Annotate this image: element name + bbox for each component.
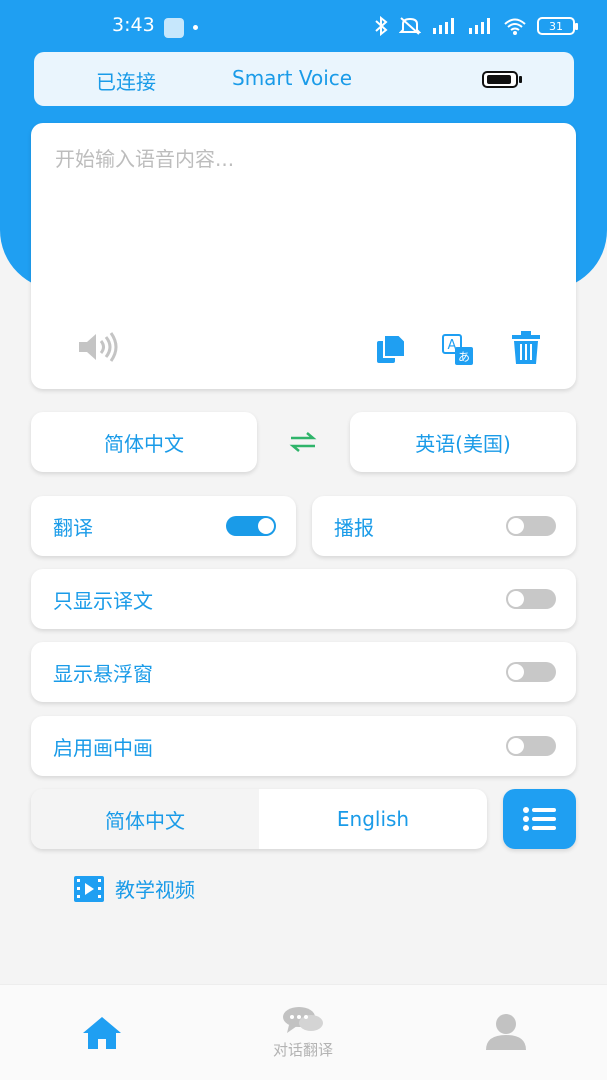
- user-icon: [486, 1014, 526, 1050]
- status-time: 3:43: [112, 14, 155, 36]
- nav-home[interactable]: [80, 985, 124, 1080]
- broadcast-toggle-row: 播报: [312, 496, 576, 556]
- source-language-label: 简体中文: [104, 431, 184, 456]
- bottom-navigation: 对话翻译: [0, 984, 607, 1080]
- signal-icon-2: [469, 18, 490, 34]
- bluetooth-icon: [375, 16, 388, 36]
- home-icon: [83, 1017, 121, 1049]
- list-icon: [522, 807, 556, 831]
- translate-label: 翻译: [53, 515, 93, 540]
- voice-text-input[interactable]: [55, 143, 555, 313]
- app-title: Smart Voice: [232, 66, 353, 90]
- copy-icon[interactable]: [375, 333, 407, 365]
- connection-status: 已连接: [96, 70, 156, 94]
- segment-english[interactable]: English: [259, 789, 487, 849]
- broadcast-switch[interactable]: [506, 516, 556, 536]
- floating-window-toggle-row: 显示悬浮窗: [31, 642, 576, 702]
- history-list-button[interactable]: [503, 789, 576, 849]
- target-language-label: 英语(美国): [415, 431, 511, 456]
- status-bar: 3:43 31: [0, 0, 607, 56]
- mute-icon: [399, 17, 421, 35]
- tutorial-video-link[interactable]: 教学视频: [73, 874, 195, 903]
- wifi-icon: [504, 18, 526, 35]
- floating-window-label: 显示悬浮窗: [53, 661, 153, 686]
- signal-icon: [433, 18, 454, 34]
- device-header-card: 已连接 Smart Voice: [34, 52, 574, 106]
- translate-switch[interactable]: [226, 516, 276, 536]
- nav-profile[interactable]: [484, 985, 528, 1080]
- source-language-button[interactable]: 简体中文: [31, 412, 257, 472]
- swap-languages-icon[interactable]: [289, 431, 317, 453]
- pip-label: 启用画中画: [53, 735, 153, 760]
- tutorial-label: 教学视频: [115, 878, 195, 902]
- only-translation-switch[interactable]: [506, 589, 556, 609]
- pip-toggle-row: 启用画中画: [31, 716, 576, 776]
- nav-dialogue-label: 对话翻译: [272, 1041, 333, 1059]
- status-icons: 31: [373, 16, 578, 36]
- target-language-button[interactable]: 英语(美国): [350, 412, 576, 472]
- translate-toggle-row: 翻译: [31, 496, 296, 556]
- nav-dialogue-translate[interactable]: 对话翻译: [253, 985, 353, 1080]
- translate-icon[interactable]: A あ: [441, 333, 475, 367]
- only-translation-label: 只显示译文: [53, 588, 153, 613]
- svg-text:あ: あ: [458, 350, 470, 364]
- broadcast-label: 播报: [334, 515, 374, 540]
- segment-chinese[interactable]: 简体中文: [31, 789, 259, 849]
- interface-language-segment: 简体中文 English: [31, 789, 487, 849]
- chat-bubbles-icon: [283, 1007, 323, 1033]
- speaker-icon[interactable]: [77, 331, 119, 363]
- device-battery-icon: [482, 71, 522, 88]
- voice-input-card: A あ: [31, 123, 576, 389]
- status-battery: 31: [537, 17, 578, 35]
- notification-dot-icon: [193, 25, 198, 30]
- trash-icon[interactable]: [511, 331, 541, 365]
- wrench-icon: [164, 18, 184, 38]
- floating-window-switch[interactable]: [506, 662, 556, 682]
- video-icon: [74, 875, 104, 902]
- pip-switch[interactable]: [506, 736, 556, 756]
- only-translation-toggle-row: 只显示译文: [31, 569, 576, 629]
